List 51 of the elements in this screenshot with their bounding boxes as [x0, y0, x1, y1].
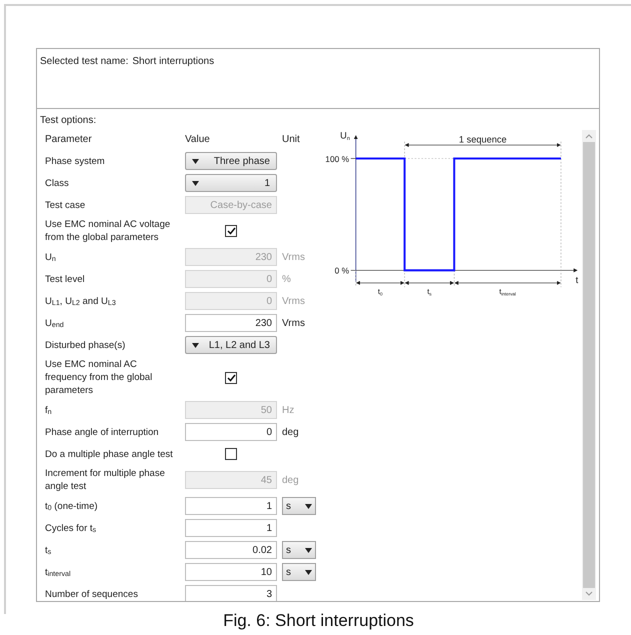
input-field[interactable]: 1: [185, 519, 277, 537]
parameter-label: Do a multiple phase angle test: [45, 448, 173, 460]
column-header: Value: [185, 132, 211, 146]
parameter-label: t$_{0}$ (one-time): [45, 500, 98, 512]
axis-label: U$_{n}$: [340, 130, 350, 142]
axis-label: t: [576, 274, 578, 285]
test-name: Short interruptions: [132, 55, 214, 69]
parameter-label: U$_{L1}$, U$_{L2}$ and U$_{L3}$: [45, 296, 116, 306]
parameter-label: f$_{n}$: [45, 404, 52, 416]
column-header: Unit: [282, 132, 300, 146]
unit-dropdown[interactable]: s: [282, 563, 316, 581]
parameter-label: Number of sequences: [45, 588, 138, 600]
input-field[interactable]: 230: [185, 314, 277, 332]
parameter-label: Cycles for t$_{s}$: [45, 522, 96, 534]
dropdown[interactable]: L1, L2 and L3: [185, 336, 277, 354]
column-header: Parameter: [45, 132, 93, 146]
unit-label: Hz: [282, 404, 294, 418]
input-field[interactable]: 0.02: [185, 541, 277, 559]
sequence-label: 1 sequence: [458, 134, 507, 145]
parameter-label: Phase angle of interruption: [45, 426, 159, 438]
tick-label: 0 %: [334, 266, 350, 276]
input-field[interactable]: 0: [185, 423, 277, 441]
parameter-label: Class: [45, 178, 69, 188]
section-title: Test options:: [40, 114, 96, 128]
input-field[interactable]: 3: [185, 585, 277, 601]
parameter-label: Use EMC nominal AC frequency from the global parameters: [45, 359, 152, 396]
input-field[interactable]: 1: [185, 497, 277, 515]
parameter-label: U$_{n}$: [45, 252, 56, 262]
parameter-label: U$_{end}$: [45, 318, 64, 328]
dropdown[interactable]: 1: [185, 174, 277, 192]
unit-dropdown[interactable]: s: [282, 541, 316, 559]
parameter-label: Increment for multiple phase angle test: [45, 468, 165, 492]
parameter-label: Phase system: [45, 156, 105, 166]
unit-dropdown[interactable]: s: [282, 497, 316, 515]
parameter-label: Use EMC nominal AC voltage from the global parameters: [45, 219, 170, 243]
parameter-label: Test level: [45, 274, 85, 284]
unit-label: Vrms: [282, 250, 305, 264]
parameter-label: t$_{s}$: [45, 544, 52, 556]
figure-caption: Fig. 6: Short interruptions: [223, 610, 414, 632]
unit-label: deg: [282, 426, 299, 440]
unit-label: Vrms: [282, 316, 305, 330]
unit-label: Vrms: [282, 294, 305, 308]
header-label: Selected test name:: [40, 55, 128, 69]
tick-label: 100 %: [325, 154, 350, 164]
unit-label: %: [282, 272, 291, 286]
parameter-label: Test case: [45, 200, 86, 210]
parameter-label: Disturbed phase(s): [45, 340, 126, 350]
dropdown[interactable]: Three phase: [185, 152, 277, 170]
unit-label: deg: [282, 474, 299, 488]
parameter-label: t$_{interval}$: [45, 566, 71, 578]
input-field[interactable]: 10: [185, 563, 277, 581]
